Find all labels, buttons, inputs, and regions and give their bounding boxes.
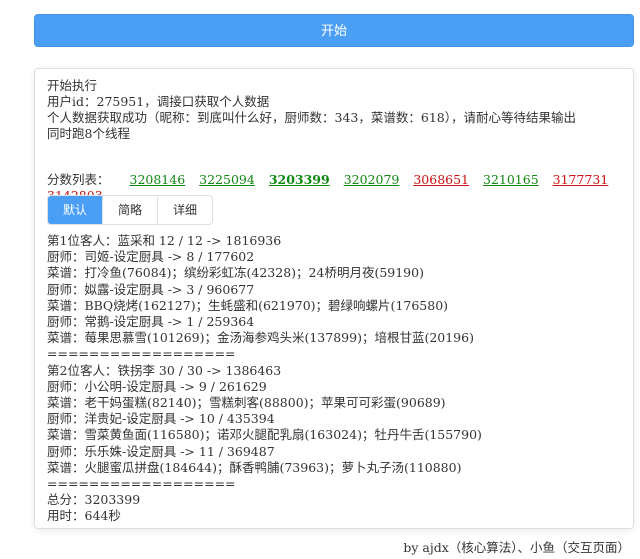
score-link[interactable]: 3208146 [130,172,186,187]
result-line: 菜谱：打冷鱼(76084)；缤纷彩虹冻(42328)；24桥明月夜(59190) [47,265,424,281]
result-line: 厨师：司姬-设定厨具 -> 8 / 177602 [47,249,255,265]
result-line: 厨师：小公明-设定厨具 -> 9 / 261629 [47,378,267,394]
log-line: 开始执行 [47,78,98,93]
score-link[interactable]: 3177731 [553,172,609,187]
score-link[interactable]: 3068651 [413,172,469,187]
log-line: 同时跑8个线程 [47,126,130,141]
result-line: 第2位客人：铁拐李 30 / 30 -> 1386463 [47,362,282,378]
result-line: 菜谱：火腿蜜瓜拼盘(184644)；酥香鸭脯(73963)；萝卜丸子汤(1108… [47,459,462,475]
result-line: 菜谱：莓果思慕雪(101269)；金汤海参鸡头米(137899)；培根甘蓝(20… [47,330,474,346]
result-line: 菜谱：BBQ烧烤(162127)；生蚝盛和(621970)；碧绿响螺片(1765… [47,297,449,313]
score-link[interactable]: 3225094 [199,172,255,187]
result-line: 厨师：姒露-设定厨具 -> 3 / 960677 [47,281,255,297]
score-list-label: 分数列表： [47,172,110,187]
view-mode-tabs: 默认 简略 详细 [47,195,213,225]
credits-footer: by ajdx（核心算法）、小鱼（交互页面） [403,540,630,555]
result-line: ================== [47,476,236,492]
tab-brief[interactable]: 简略 [102,196,157,224]
results-output: 第1位客人：蓝采和 12 / 12 -> 1816936 厨师：司姬-设定厨具 -… [47,233,623,525]
result-line: 用时：644秒 [47,508,121,524]
result-line: 厨师：常鹅-设定厨具 -> 1 / 259364 [47,314,255,330]
tab-detailed[interactable]: 详细 [157,196,212,224]
result-line: 菜谱：老干妈蛋糕(82140)；雪糕刺客(88800)；苹果可可彩蛋(90689… [47,395,446,411]
result-line: 厨师：乐乐姝-设定厨具 -> 11 / 369487 [47,443,275,459]
result-line: 厨师：洋贵妃-设定厨具 -> 10 / 435394 [47,411,275,427]
tab-default[interactable]: 默认 [48,196,102,224]
score-link-selected[interactable]: 3203399 [269,172,330,187]
log-line: 用户id：275951，调接口获取个人数据 [47,94,270,109]
execution-log: 开始执行 用户id：275951，调接口获取个人数据 个人数据获取成功（昵称：到… [47,78,607,142]
result-line: 菜谱：雪菜黄鱼面(116580)；诺邓火腿配乳扇(163024)；牡丹牛舌(15… [47,427,482,443]
start-button[interactable]: 开始 [34,14,634,47]
result-line: 总分：3203399 [47,492,141,508]
result-line: ================== [47,346,236,362]
score-link[interactable]: 3202079 [344,172,400,187]
log-line: 个人数据获取成功（昵称：到底叫什么好，厨师数：343，菜谱数：618），请耐心等… [47,110,576,125]
result-line: 第1位客人：蓝采和 12 / 12 -> 1816936 [47,233,282,248]
score-link[interactable]: 3210165 [483,172,539,187]
output-panel: 开始执行 用户id：275951，调接口获取个人数据 个人数据获取成功（昵称：到… [34,68,634,529]
